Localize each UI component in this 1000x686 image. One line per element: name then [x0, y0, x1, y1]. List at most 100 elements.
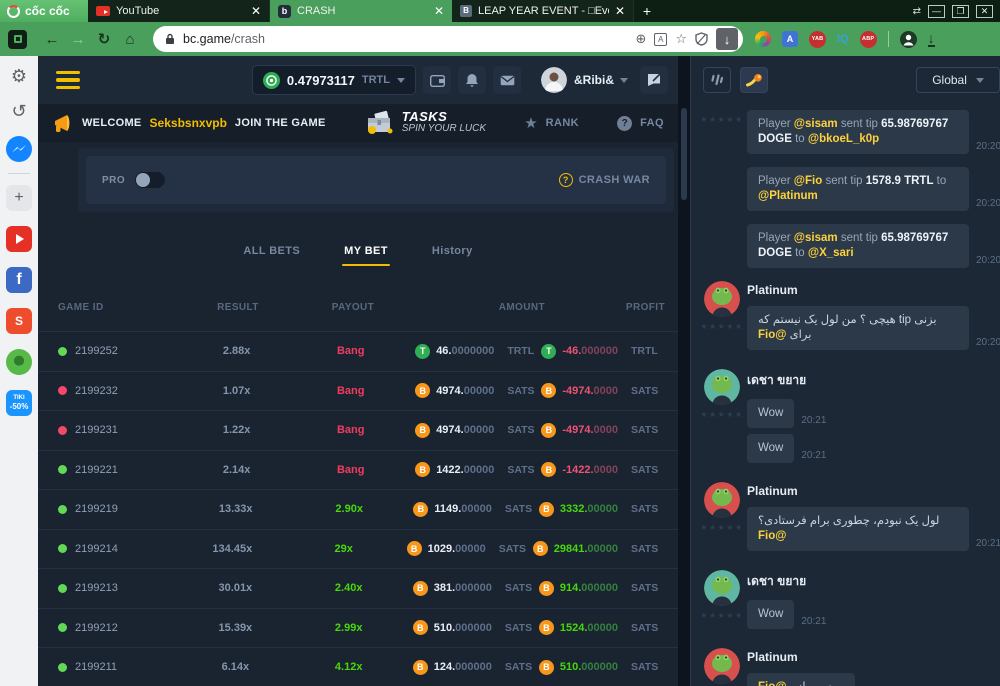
user-avatar[interactable]	[704, 570, 740, 606]
user-avatar[interactable]	[704, 648, 740, 684]
tab-history[interactable]: History	[432, 245, 473, 257]
result-cell: 13.33x	[186, 503, 285, 515]
tiki-shortcut-icon[interactable]: TIKI-50%	[6, 390, 32, 416]
user-avatar[interactable]	[704, 482, 740, 518]
tip-message-card: Player @sisam sent tip 65.98769767 DOGE …	[747, 224, 969, 268]
downloads-icon[interactable]: ↓	[928, 32, 935, 47]
download-active-button[interactable]: ↓	[716, 28, 738, 50]
crash-war-link[interactable]: ? CRASH WAR	[559, 173, 650, 187]
notifications-button[interactable]	[458, 66, 486, 94]
rank-link[interactable]: ★ RANK	[524, 114, 579, 132]
zoom-icon[interactable]: ⊕	[635, 31, 646, 47]
shield-icon[interactable]	[695, 32, 708, 46]
table-row[interactable]: 2199212 15.39x 2.99x B510.000000SATS B15…	[38, 608, 678, 648]
abp-extension-icon[interactable]: ABP	[860, 31, 877, 48]
coccoc-deals-icon[interactable]	[6, 349, 32, 375]
tab-crash[interactable]: b CRASH ✕	[270, 0, 452, 22]
table-row[interactable]: 2199252 2.88x Bang T46.0000000TRTL T-46.…	[38, 331, 678, 371]
chat-username[interactable]: Platinum	[747, 650, 1000, 664]
hamburger-menu-icon[interactable]	[56, 71, 80, 90]
faq-link[interactable]: ? FAQ	[617, 116, 664, 131]
user-avatar[interactable]	[541, 67, 567, 93]
chat-toggle-button[interactable]	[640, 66, 668, 94]
minimize-button[interactable]: —	[928, 5, 945, 18]
rank-label: RANK	[546, 117, 579, 129]
browser-sidebar: ⚙ ↺ + f S TIKI-50%	[0, 56, 38, 686]
payout-cell: 4.12x	[285, 661, 413, 673]
chat-channel-select[interactable]: Global	[916, 67, 1000, 93]
pro-toggle[interactable]	[135, 172, 165, 188]
game-id: 2199211	[75, 661, 117, 673]
messages-button[interactable]	[493, 66, 521, 94]
browser-tab-strip: cốc cốc YouTube ✕ b CRASH ✕ B LEAP YEAR …	[0, 0, 1000, 22]
browser-toolbar: ← → ↻ ⌂ bc.game/crash ⊕ A ☆ ↓ A YAB IQ A…	[0, 22, 1000, 56]
bets-table-body: 2199252 2.88x Bang T46.0000000TRTL T-46.…	[38, 331, 678, 686]
reload-button[interactable]: ↻	[91, 30, 117, 48]
chat-username[interactable]: Platinum	[747, 484, 1000, 498]
close-tab-icon[interactable]: ✕	[251, 4, 261, 18]
add-shortcut-button[interactable]: +	[6, 185, 32, 211]
compact-mode-icon[interactable]: ⇄	[913, 6, 921, 17]
game-id-cell: 2199211	[58, 661, 186, 673]
history-icon[interactable]: ↺	[11, 101, 26, 121]
table-row[interactable]: 2199232 1.07x Bang B4974.00000SATS B-497…	[38, 371, 678, 411]
tasks-link[interactable]: TASKS SPIN YOUR LUCK	[364, 110, 486, 136]
page-scrollbar[interactable]	[678, 56, 690, 686]
tip-rain-button[interactable]	[703, 67, 731, 93]
translate-extension-icon[interactable]: A	[782, 31, 798, 47]
new-tab-button[interactable]: +	[634, 0, 660, 22]
wallet-button[interactable]	[423, 66, 451, 94]
table-row[interactable]: 2199221 2.14x Bang B1422.00000SATS B-142…	[38, 450, 678, 490]
coccoc-logo-text: cốc cốc	[25, 4, 70, 18]
forward-button[interactable]: →	[65, 31, 91, 48]
tip-sender: @sisam	[794, 118, 838, 130]
message-timestamp: 20:21	[976, 538, 1000, 551]
chat-username[interactable]: เดชา ขยาย	[747, 371, 1000, 390]
tip-amount: 1578.9 TRTL	[866, 175, 934, 187]
tab-all-bets[interactable]: ALL BETS	[243, 245, 300, 257]
coccoc-logo-icon	[7, 5, 20, 18]
chat-username[interactable]: เดชา ขยาย	[747, 572, 1000, 591]
profile-icon[interactable]	[900, 31, 917, 48]
address-bar[interactable]: bc.game/crash ⊕ A ☆ ↓	[153, 26, 743, 52]
tab-my-bet[interactable]: MY BET	[344, 245, 388, 257]
table-row[interactable]: 2199213 30.01x 2.40x B381.000000SATS B91…	[38, 568, 678, 608]
window-controls: ⇄ — ❐ ✕	[913, 0, 1000, 22]
crocodile-avatar-image	[704, 482, 740, 518]
yab-extension-icon[interactable]: YAB	[809, 31, 826, 48]
chat-username[interactable]: Platinum	[747, 283, 1000, 297]
tab-youtube[interactable]: YouTube ✕	[88, 0, 270, 22]
game-id-cell: 2199212	[58, 622, 186, 634]
table-row[interactable]: 2199219 13.33x 2.90x B1149.00000SATS B33…	[38, 489, 678, 529]
back-button[interactable]: ←	[39, 31, 65, 48]
amount-cell: T46.0000000TRTL	[415, 344, 541, 359]
site-page: 0.47973117 TRTL	[38, 56, 1000, 686]
username[interactable]: &Ribi&	[574, 73, 614, 87]
color-wheel-extension-icon[interactable]	[755, 31, 771, 47]
close-window-button[interactable]: ✕	[976, 5, 993, 18]
maximize-button[interactable]: ❐	[952, 5, 969, 18]
scrollbar-thumb[interactable]	[681, 108, 687, 200]
coccoc-menu-tab[interactable]: cốc cốc	[0, 0, 88, 22]
tab-leap-year-event[interactable]: B LEAP YEAR EVENT - □Event - ✕	[452, 0, 634, 22]
youtube-shortcut-icon[interactable]	[6, 226, 32, 252]
chat-channel-value: Global	[932, 73, 967, 87]
close-tab-icon[interactable]: ✕	[615, 4, 625, 18]
balance-selector[interactable]: 0.47973117 TRTL	[252, 65, 416, 95]
user-avatar[interactable]	[704, 281, 740, 317]
settings-gear-icon[interactable]: ⚙	[11, 66, 27, 86]
facebook-shortcut-icon[interactable]: f	[6, 267, 32, 293]
sidebar-toggle-button[interactable]	[8, 30, 27, 49]
table-row[interactable]: 2199214 134.45x 29x B1029.00000SATS B298…	[38, 529, 678, 569]
bookmark-star-icon[interactable]: ☆	[675, 31, 687, 47]
user-avatar[interactable]	[704, 369, 740, 405]
translate-icon[interactable]: A	[654, 33, 667, 46]
iq-extension-icon[interactable]: IQ	[837, 33, 849, 45]
home-button[interactable]: ⌂	[117, 31, 143, 48]
shopee-shortcut-icon[interactable]: S	[6, 308, 32, 334]
table-row[interactable]: 2199231 1.22x Bang B4974.00000SATS B-497…	[38, 410, 678, 450]
messenger-icon[interactable]	[6, 136, 32, 162]
table-row[interactable]: 2199211 6.14x 4.12x B124.000000SATS B510…	[38, 647, 678, 686]
close-tab-icon[interactable]: ✕	[434, 4, 444, 18]
fireball-button[interactable]	[740, 67, 768, 93]
